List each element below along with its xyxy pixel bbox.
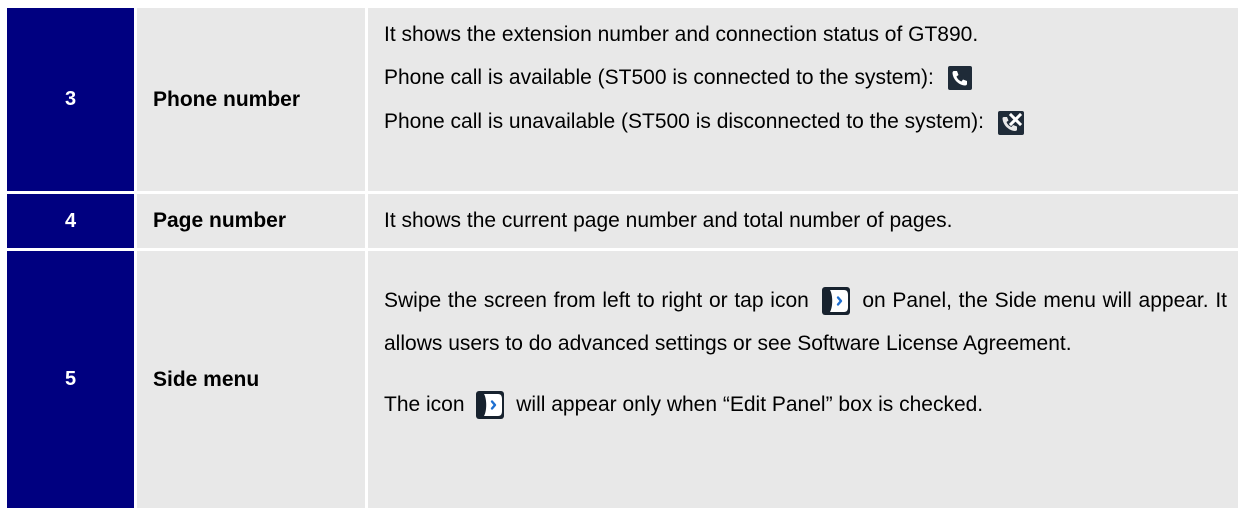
description-text: Phone call is available (ST500 is connec…	[384, 66, 934, 89]
phone-unavailable-icon	[997, 110, 1024, 135]
description-text: Swipe the screen from left to right or t…	[384, 289, 809, 312]
description-text: will appear only when “Edit Panel” box i…	[516, 393, 984, 416]
description-text: The icon	[384, 393, 465, 416]
description-line: Phone call is unavailable (ST500 is disc…	[384, 110, 1227, 135]
phone-available-icon	[947, 66, 972, 91]
side-menu-arrow-icon	[821, 287, 850, 316]
description-line: It shows the extension number and connec…	[384, 23, 979, 46]
description-line: The icon will appear only when “Edit Pan…	[384, 383, 1227, 426]
row-title: Phone number	[137, 8, 365, 191]
row-description: It shows the current page number and tot…	[368, 194, 1238, 248]
row-title: Page number	[137, 194, 365, 248]
description-line: Phone call is available (ST500 is connec…	[384, 66, 1227, 91]
description-text: Phone call is unavailable (ST500 is disc…	[384, 110, 984, 134]
table-row: 4 Page number It shows the current page …	[7, 194, 1238, 248]
side-menu-arrow-icon	[476, 391, 505, 420]
description-paragraph: Swipe the screen from left to right or t…	[384, 279, 1227, 365]
row-description: Swipe the screen from left to right or t…	[368, 251, 1238, 508]
table-row: 5 Side menu Swipe the screen from left t…	[7, 251, 1238, 508]
row-title: Side menu	[137, 251, 365, 508]
feature-table: 3 Phone number It shows the extension nu…	[7, 8, 1238, 508]
row-number: 4	[7, 194, 134, 248]
row-number: 3	[7, 8, 134, 191]
row-number: 5	[7, 251, 134, 508]
row-description: It shows the extension number and connec…	[368, 8, 1238, 191]
description-text: It shows the current page number and tot…	[384, 209, 953, 232]
table-row: 3 Phone number It shows the extension nu…	[7, 8, 1238, 191]
